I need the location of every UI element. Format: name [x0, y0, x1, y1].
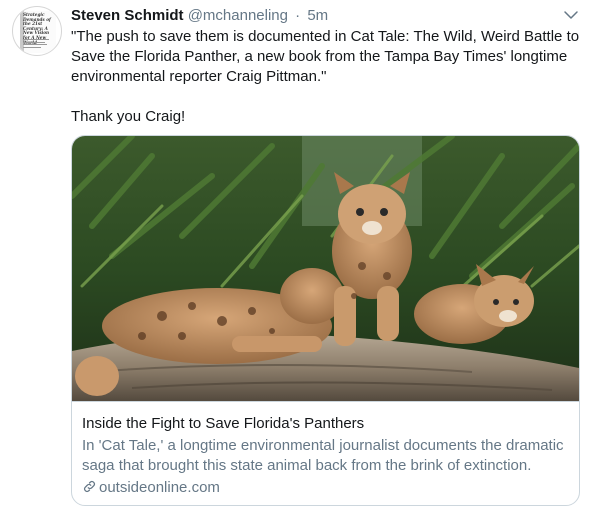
link-card[interactable]: Inside the Fight to Save Florida's Panth…	[71, 135, 580, 506]
tweet-text-quote: "The push to save them is documented in …	[71, 28, 580, 85]
author-handle[interactable]: @mchanneling	[188, 7, 288, 24]
avatar[interactable]: Strategic Demands of the 21st Century: A…	[12, 6, 62, 56]
author-name[interactable]: Steven Schmidt	[71, 7, 184, 24]
tweet-header: Steven Schmidt @mchanneling · 5m	[71, 7, 328, 27]
chevron-down-icon[interactable]	[562, 6, 580, 24]
card-domain[interactable]: outsideonline.com	[82, 478, 220, 498]
tweet-text: "The push to save them is documented in …	[71, 27, 581, 127]
link-icon	[84, 481, 95, 492]
header-separator: ·	[295, 7, 301, 24]
tweet-timestamp[interactable]: 5m	[307, 7, 328, 24]
card-description: In 'Cat Tale,' a longtime environmental …	[82, 437, 564, 474]
card-title[interactable]: Inside the Fight to Save Florida's Panth…	[82, 414, 364, 434]
tweet[interactable]: Strategic Demands of the 21st Century: A…	[0, 0, 589, 517]
card-domain-text[interactable]: outsideonline.com	[99, 479, 220, 496]
card-body[interactable]: Inside the Fight to Save Florida's Panth…	[72, 401, 579, 505]
tweet-text-thanks: Thank you Craig!	[71, 108, 186, 125]
avatar-book-lines	[23, 39, 51, 49]
card-image[interactable]	[72, 136, 579, 401]
